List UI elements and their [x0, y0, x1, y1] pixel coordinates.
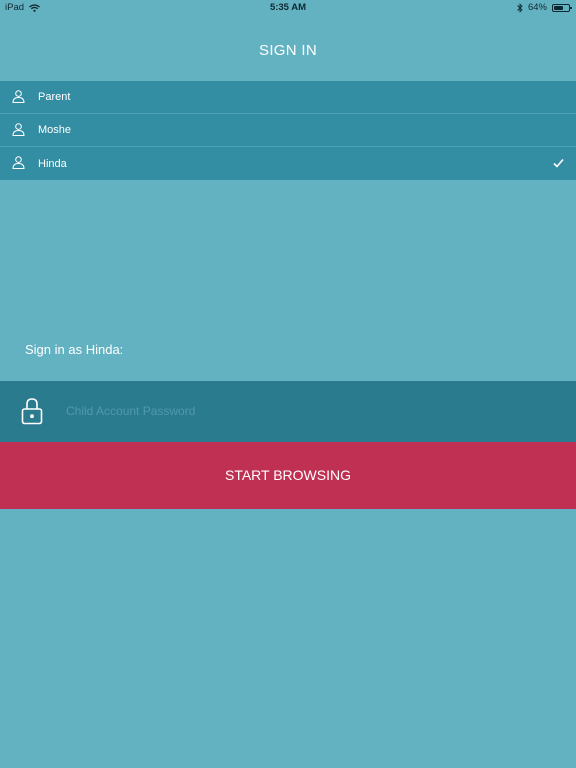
checkmark-icon: [553, 158, 564, 168]
battery-icon: [552, 3, 572, 12]
account-item-hinda[interactable]: Hinda: [0, 147, 576, 180]
account-label: Parent: [38, 91, 71, 103]
password-input[interactable]: [66, 400, 546, 422]
person-icon: [12, 156, 25, 169]
account-label: Hinda: [38, 157, 67, 170]
lock-icon: [21, 398, 43, 425]
bluetooth-icon: [517, 2, 523, 13]
battery-tip: [570, 6, 572, 9]
start-browsing-button[interactable]: START BROWSING: [0, 442, 576, 509]
account-item-moshe[interactable]: Moshe: [0, 114, 576, 147]
status-right: 64%: [517, 2, 572, 13]
battery-percent: 64%: [527, 2, 547, 13]
status-time: 5:35 AM: [269, 2, 307, 13]
person-icon: [12, 123, 25, 136]
battery-fill: [554, 5, 563, 10]
signin-prompt: Sign in as Hinda:: [25, 342, 124, 357]
account-label: Moshe: [38, 124, 72, 136]
page-title: SIGN IN: [259, 42, 317, 59]
status-bar: iPad 5:35 AM 64%: [0, 0, 576, 16]
person-icon: [12, 90, 25, 103]
account-list: Parent Moshe Hinda: [0, 81, 576, 180]
account-item-parent[interactable]: Parent: [0, 81, 576, 114]
